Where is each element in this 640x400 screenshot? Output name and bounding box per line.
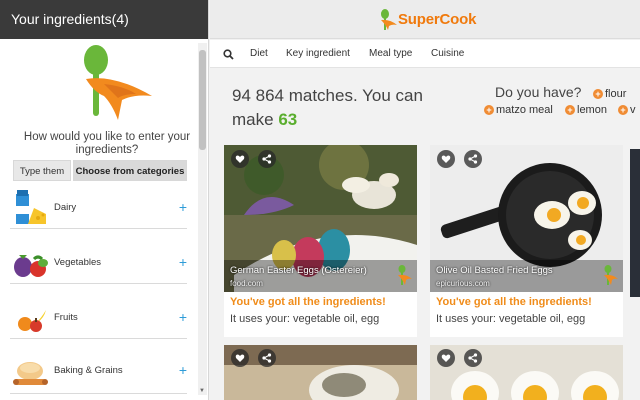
category-fruits[interactable]: Fruits + — [10, 284, 187, 339]
baking-grains-icon — [12, 353, 50, 393]
brand-name: SuperCook — [398, 11, 477, 28]
category-label: Vegetables — [54, 257, 102, 268]
filter-bar: Diet Key ingredient Meal type Cuisine — [210, 40, 640, 68]
ingredients-status: You've got all the ingredients! — [230, 296, 386, 308]
recipe-card[interactable] — [224, 345, 417, 400]
recipe-card[interactable]: Olive Oil Basted Fried Eggs epicurious.c… — [430, 145, 623, 337]
favorite-heart-button[interactable] — [231, 150, 249, 168]
recipe-photo[interactable]: German Easter Eggs (Ostereier) food.com — [224, 145, 417, 292]
add-plus-icon: + — [565, 105, 575, 115]
recipe-card[interactable]: German Easter Eggs (Ostereier) food.com … — [224, 145, 417, 337]
supercook-logo — [74, 44, 156, 126]
recipe-photo[interactable]: Olive Oil Basted Fried Eggs epicurious.c… — [430, 145, 623, 292]
expand-plus-icon[interactable]: + — [179, 362, 187, 378]
sidebar-scrollbar[interactable]: ▼ — [198, 43, 207, 395]
uses-ingredients: It uses your: vegetable oil, egg — [436, 313, 586, 325]
share-button[interactable] — [464, 349, 482, 367]
top-bar: SuperCook — [210, 0, 640, 39]
share-button[interactable] — [464, 150, 482, 168]
chip-label: v — [630, 104, 636, 116]
filter-meal-type[interactable]: Meal type — [369, 48, 412, 59]
dairy-icon — [12, 188, 50, 228]
suggest-chip-flour[interactable]: + flour — [593, 87, 626, 101]
favorite-heart-button[interactable] — [437, 150, 455, 168]
share-button[interactable] — [258, 349, 276, 367]
suggest-chip-v[interactable]: + v — [618, 103, 636, 117]
category-label: Dairy — [54, 202, 77, 213]
suggest-chip-lemon[interactable]: + lemon — [565, 103, 607, 117]
category-label: Fruits — [54, 312, 78, 323]
recipe-title[interactable]: German Easter Eggs (Ostereier) — [230, 265, 367, 276]
expand-plus-icon[interactable]: + — [179, 254, 187, 270]
fruits-icon — [12, 296, 50, 336]
ingredients-status: You've got all the ingredients! — [436, 296, 592, 308]
expand-plus-icon[interactable]: + — [179, 309, 187, 325]
next-card-partial[interactable] — [630, 149, 640, 297]
scrollbar-thumb[interactable] — [199, 50, 206, 150]
uses-ingredients: It uses your: vegetable oil, egg — [230, 313, 380, 325]
scroll-down-arrow-icon[interactable]: ▼ — [199, 388, 205, 395]
recipe-card[interactable] — [430, 345, 623, 400]
expand-plus-icon[interactable]: + — [179, 199, 187, 215]
can-make-count: 63 — [278, 110, 298, 129]
recipe-source[interactable]: epicurious.com — [436, 279, 490, 288]
favorite-heart-button[interactable] — [231, 349, 249, 367]
chip-label: matzo meal — [496, 104, 553, 116]
recipe-photo[interactable] — [224, 345, 417, 400]
category-vegetables[interactable]: Vegetables + — [10, 229, 187, 284]
category-dairy[interactable]: Dairy + — [10, 174, 187, 229]
add-plus-icon: + — [593, 89, 603, 99]
filter-key-ingredient[interactable]: Key ingredient — [286, 48, 350, 59]
do-you-have-label: Do you have? — [495, 84, 582, 100]
matches-text: 94 864 matches. You can make — [232, 86, 423, 129]
add-plus-icon: + — [618, 105, 628, 115]
vegetables-icon — [12, 241, 50, 281]
search-icon[interactable] — [223, 47, 234, 65]
recipe-photo[interactable] — [430, 345, 623, 400]
filter-diet[interactable]: Diet — [250, 48, 268, 59]
favorite-heart-button[interactable] — [437, 349, 455, 367]
recipe-source[interactable]: food.com — [230, 279, 263, 288]
suggest-chip-matzo-meal[interactable]: + matzo meal — [484, 103, 553, 117]
chip-label: lemon — [577, 104, 607, 116]
main-content: SuperCook Diet Key ingredient Meal type … — [210, 0, 640, 400]
ingredients-sidebar: Your ingredients(4) How would you like t… — [0, 0, 209, 400]
category-label: Baking & Grains — [54, 365, 123, 376]
supercook-mini-logo-icon — [397, 265, 413, 287]
chip-label: flour — [605, 88, 627, 100]
supercook-mini-logo-icon — [603, 265, 619, 287]
recipe-title[interactable]: Olive Oil Basted Fried Eggs — [436, 265, 553, 276]
matches-summary: 94 864 matches. You can make 63 — [232, 84, 462, 132]
sidebar-title: Your ingredients(4) — [0, 0, 208, 39]
spoon-logo-icon — [381, 9, 397, 30]
add-plus-icon: + — [484, 105, 494, 115]
filter-cuisine[interactable]: Cuisine — [431, 48, 464, 59]
share-button[interactable] — [258, 150, 276, 168]
entry-method-prompt: How would you like to enter your ingredi… — [23, 131, 191, 156]
category-baking-grains[interactable]: Baking & Grains + — [10, 339, 187, 394]
